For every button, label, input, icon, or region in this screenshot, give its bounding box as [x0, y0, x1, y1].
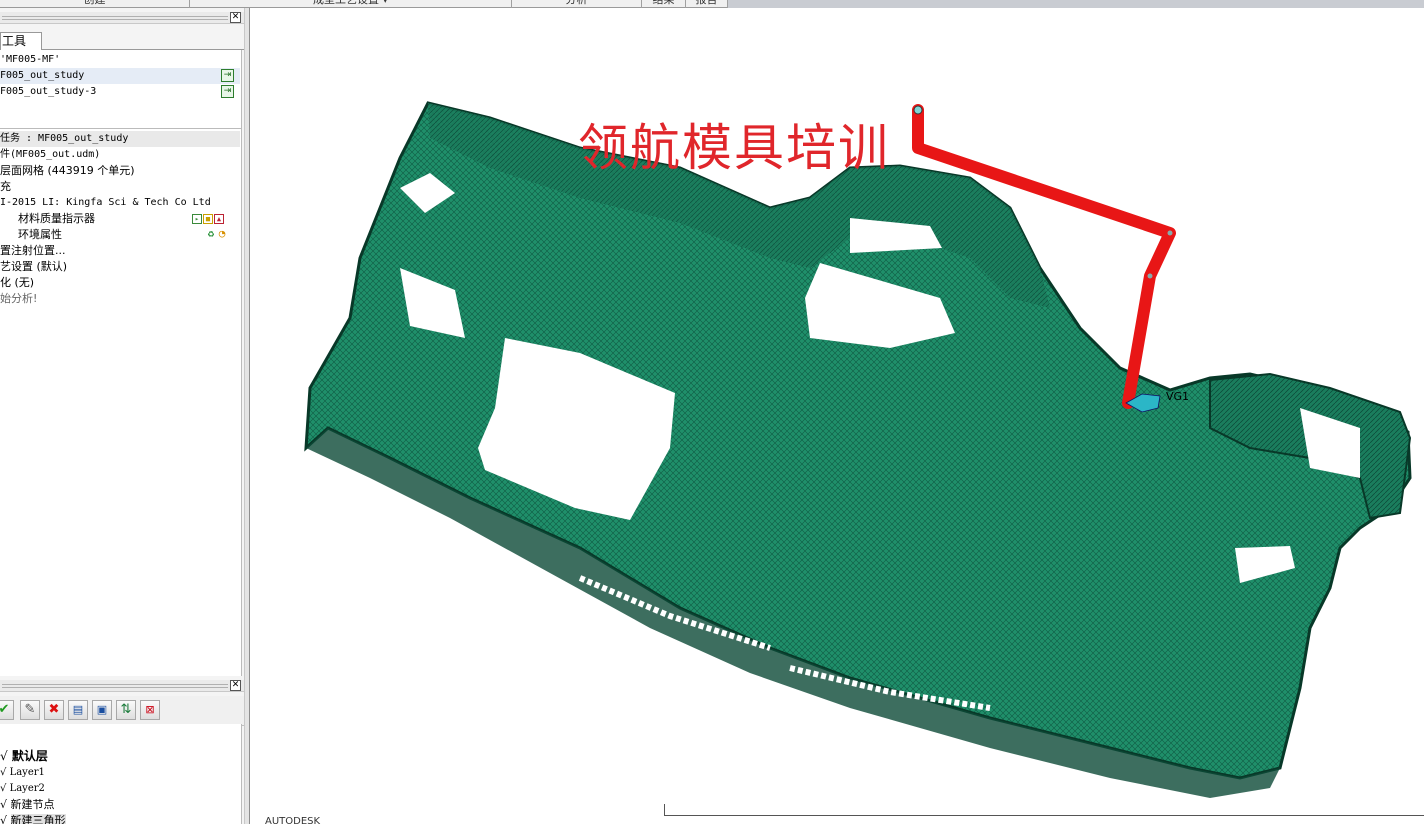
layer-label: Layer2 [9, 783, 45, 794]
tab-create[interactable]: 创建 [0, 0, 190, 8]
watermark-text: 领航模具培训 [578, 119, 890, 177]
task-row-optimization[interactable]: 化 (无) [0, 275, 240, 291]
study-list: 'MF005-MF' F005_out_study ⇥ F005_out_stu… [0, 50, 242, 128]
delete-icon[interactable]: ✖ [44, 700, 64, 720]
task-row-start-analysis[interactable]: 始分析! [0, 291, 240, 307]
project-panel: ✕ 工具 'MF005-MF' F005_out_study ⇥ F005_ou… [0, 8, 244, 824]
properties-icon[interactable]: ▤ [68, 700, 88, 720]
task-row-study[interactable]: 任务 : MF005_out_study [0, 131, 240, 147]
task-row-injection-location[interactable]: 置注射位置... [0, 243, 240, 259]
material-b-icon: ■ [203, 214, 213, 224]
viewport-frame-line [664, 804, 1424, 816]
check-mark: √ [0, 814, 8, 824]
list-item[interactable]: √ 新建节点 [0, 797, 240, 813]
tab-tools[interactable]: 工具 [0, 32, 42, 50]
check-mark: √ [0, 767, 7, 778]
tab-analysis[interactable]: 分析 [512, 0, 642, 8]
study-open-icon[interactable]: ⇥ [221, 69, 234, 82]
pencil-icon[interactable]: ✎ [20, 700, 40, 720]
tab-process-settings[interactable]: 成型工艺设置 ▾ [190, 0, 512, 8]
clear-icon[interactable]: ⊠ [140, 700, 160, 720]
layer-label: Layer1 [9, 767, 45, 778]
material-indicator-icons: ▸ ■ ▲ [192, 211, 240, 227]
list-item[interactable]: F005_out_study ⇥ [0, 68, 240, 84]
check-mark: √ [0, 783, 7, 794]
model-viewport[interactable]: 领航模具培训 VG1 AUTODESK [250, 8, 1424, 824]
panel-grip [2, 16, 228, 20]
recycle-icon: ♻ [207, 227, 215, 240]
task-row-environment[interactable]: 环境属性 [0, 227, 240, 243]
task-label: 环境属性 [18, 228, 62, 241]
task-row-mesh[interactable]: 层面网格 (443919 个单元) [0, 163, 240, 179]
tab-report[interactable]: 报告 [686, 0, 728, 8]
expand-icon[interactable]: ▣ [92, 700, 112, 720]
task-label: 材料质量指示器 [18, 212, 95, 225]
list-item[interactable]: √ Layer1 [0, 765, 240, 781]
tab-results[interactable]: 结果 [642, 0, 686, 8]
study-name: F005_out_study [0, 70, 85, 81]
activate-icon[interactable]: ⇅ [116, 700, 136, 720]
layer-list: √ 默认层 √ Layer1 √ Layer2 √ 新建节点 √ 新建三角形 [0, 724, 242, 824]
list-item[interactable]: √ Layer2 [0, 781, 240, 797]
task-row-process-settings[interactable]: 艺设置 (默认) [0, 259, 240, 275]
brand-logo: AUTODESK [265, 816, 321, 824]
panel-grip [2, 684, 228, 688]
check-icon[interactable]: ✔ [0, 700, 14, 720]
layer-label: 新建节点 [10, 798, 55, 811]
task-row-part[interactable]: 件(MF005_out.udm) [0, 147, 240, 163]
runner-node [1147, 273, 1153, 279]
list-item[interactable]: √ 默认层 [0, 748, 240, 764]
list-item[interactable]: √ 新建三角形 [0, 813, 240, 824]
project-name[interactable]: 'MF005-MF' [0, 52, 240, 68]
check-mark: √ [0, 798, 8, 811]
study-task-list: 任务 : MF005_out_study 件(MF005_out.udm) 层面… [0, 128, 242, 676]
sprue-node [913, 105, 923, 115]
check-mark: √ [0, 749, 8, 763]
layers-panel-header[interactable]: ✕ [0, 680, 244, 692]
ribbon-filler [728, 0, 1424, 8]
ribbon: 创建 成型工艺设置 ▾ 分析 结果 报告 [0, 0, 1424, 8]
project-panel-header[interactable]: ✕ [0, 12, 244, 24]
task-row-fill[interactable]: 充 [0, 179, 240, 195]
material-a-icon: ▸ [192, 214, 202, 224]
close-icon[interactable]: ✕ [230, 12, 241, 23]
gauge-icon: ◔ [218, 227, 226, 240]
study-open-icon[interactable]: ⇥ [221, 85, 234, 98]
close-icon[interactable]: ✕ [230, 680, 241, 691]
gate-label: VG1 [1166, 390, 1190, 403]
layer-label: 默认层 [11, 749, 48, 763]
runner-node [1167, 230, 1173, 236]
list-item[interactable]: F005_out_study-3 ⇥ [0, 84, 240, 100]
layers-toolbar: ✔ ✎ ✖ ▤ ▣ ⇅ ⊠ [0, 696, 244, 726]
panel-tabbar: 工具 [0, 30, 244, 50]
study-name: F005_out_study-3 [0, 86, 97, 97]
task-row-material[interactable]: I-2015 LI: Kingfa Sci & Tech Co Ltd [0, 195, 240, 211]
material-c-icon: ▲ [214, 214, 224, 224]
layer-label: 新建三角形 [10, 814, 66, 824]
